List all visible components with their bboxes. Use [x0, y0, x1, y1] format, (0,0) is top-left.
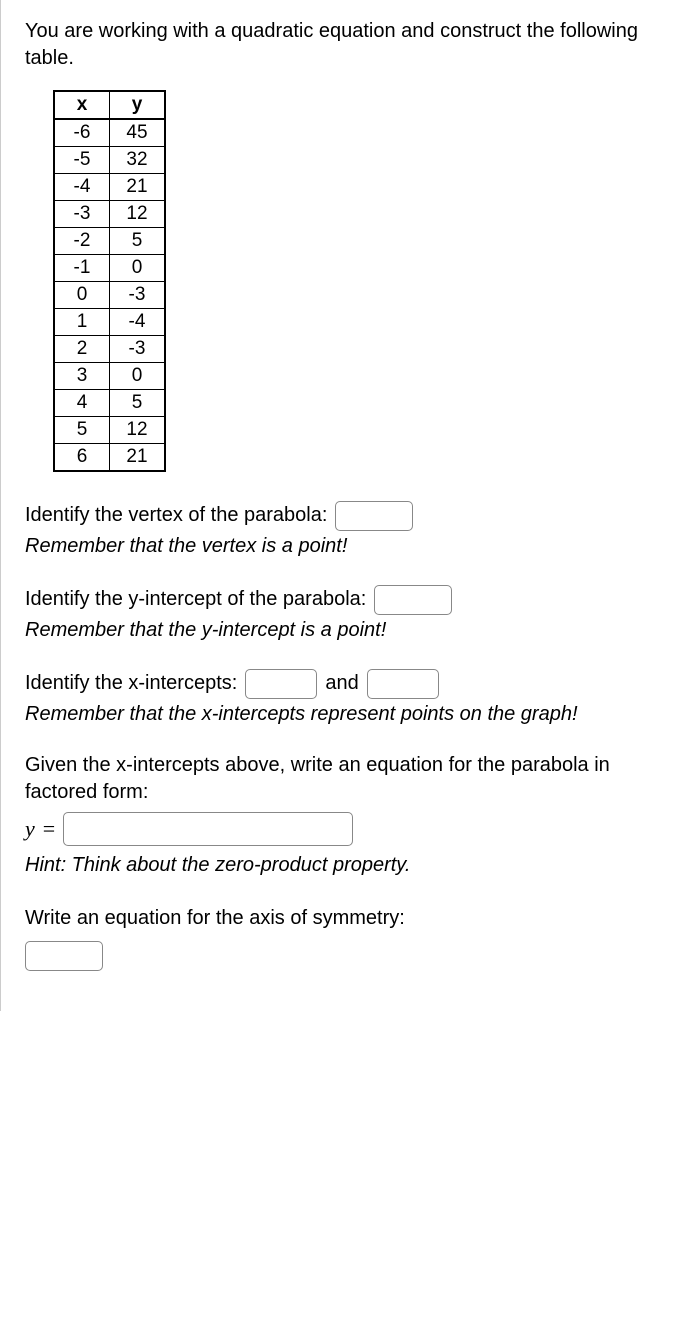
cell-x: 3 — [54, 363, 110, 390]
cell-x: -4 — [54, 174, 110, 201]
xint-and: and — [325, 668, 358, 699]
cell-x: 4 — [54, 390, 110, 417]
cell-x: -5 — [54, 147, 110, 174]
cell-y: 32 — [110, 147, 166, 174]
cell-y: 12 — [110, 417, 166, 444]
table-row: 621 — [54, 444, 165, 472]
cell-y: 0 — [110, 255, 166, 282]
vertex-prompt: Identify the vertex of the parabola: — [25, 500, 327, 531]
cell-x: 0 — [54, 282, 110, 309]
table-row: -532 — [54, 147, 165, 174]
cell-x: 5 — [54, 417, 110, 444]
table-row: 1-4 — [54, 309, 165, 336]
cell-y: 45 — [110, 119, 166, 147]
axis-input[interactable] — [25, 941, 103, 971]
table-header-y: y — [110, 91, 166, 119]
factored-prompt: Given the x-intercepts above, write an e… — [25, 752, 658, 806]
question-factored-form: Given the x-intercepts above, write an e… — [25, 752, 658, 881]
question-vertex: Identify the vertex of the parabola: Rem… — [25, 500, 658, 562]
question-axis-symmetry: Write an equation for the axis of symmet… — [25, 903, 658, 971]
cell-y: 12 — [110, 201, 166, 228]
y-equals-eq: = — [43, 812, 55, 846]
axis-prompt: Write an equation for the axis of symmet… — [25, 903, 658, 934]
cell-x: -6 — [54, 119, 110, 147]
factored-input[interactable] — [63, 812, 353, 846]
y-equals-y: y — [25, 812, 35, 846]
table-row: -645 — [54, 119, 165, 147]
table-header-x: x — [54, 91, 110, 119]
cell-y: -3 — [110, 282, 166, 309]
xint-prompt: Identify the x-intercepts: — [25, 668, 237, 699]
cell-x: -3 — [54, 201, 110, 228]
cell-x: 1 — [54, 309, 110, 336]
xy-table: x y -645-532-421-312-25-100-31-42-330455… — [53, 90, 166, 472]
table-row: 30 — [54, 363, 165, 390]
cell-y: 5 — [110, 390, 166, 417]
table-row: 512 — [54, 417, 165, 444]
vertex-input[interactable] — [335, 501, 413, 531]
question-y-intercept: Identify the y-intercept of the parabola… — [25, 584, 658, 646]
table-row: -25 — [54, 228, 165, 255]
cell-x: 6 — [54, 444, 110, 472]
table-row: 2-3 — [54, 336, 165, 363]
cell-y: -3 — [110, 336, 166, 363]
table-row: 0-3 — [54, 282, 165, 309]
xint-input-1[interactable] — [245, 669, 317, 699]
table-row: 45 — [54, 390, 165, 417]
xint-hint: Remember that the x-intercepts represent… — [25, 699, 658, 730]
table-row: -10 — [54, 255, 165, 282]
factored-hint: Hint: Think about the zero-product prope… — [25, 850, 658, 881]
cell-x: -2 — [54, 228, 110, 255]
question-x-intercepts: Identify the x-intercepts: and Remember … — [25, 668, 658, 730]
cell-y: 21 — [110, 174, 166, 201]
cell-x: -1 — [54, 255, 110, 282]
table-row: -421 — [54, 174, 165, 201]
intro-text: You are working with a quadratic equatio… — [25, 18, 658, 72]
vertex-hint: Remember that the vertex is a point! — [25, 531, 658, 562]
cell-y: 5 — [110, 228, 166, 255]
yint-hint: Remember that the y-intercept is a point… — [25, 615, 658, 646]
cell-y: 21 — [110, 444, 166, 472]
cell-x: 2 — [54, 336, 110, 363]
xint-input-2[interactable] — [367, 669, 439, 699]
cell-y: 0 — [110, 363, 166, 390]
yint-prompt: Identify the y-intercept of the parabola… — [25, 584, 366, 615]
cell-y: -4 — [110, 309, 166, 336]
table-row: -312 — [54, 201, 165, 228]
yint-input[interactable] — [374, 585, 452, 615]
